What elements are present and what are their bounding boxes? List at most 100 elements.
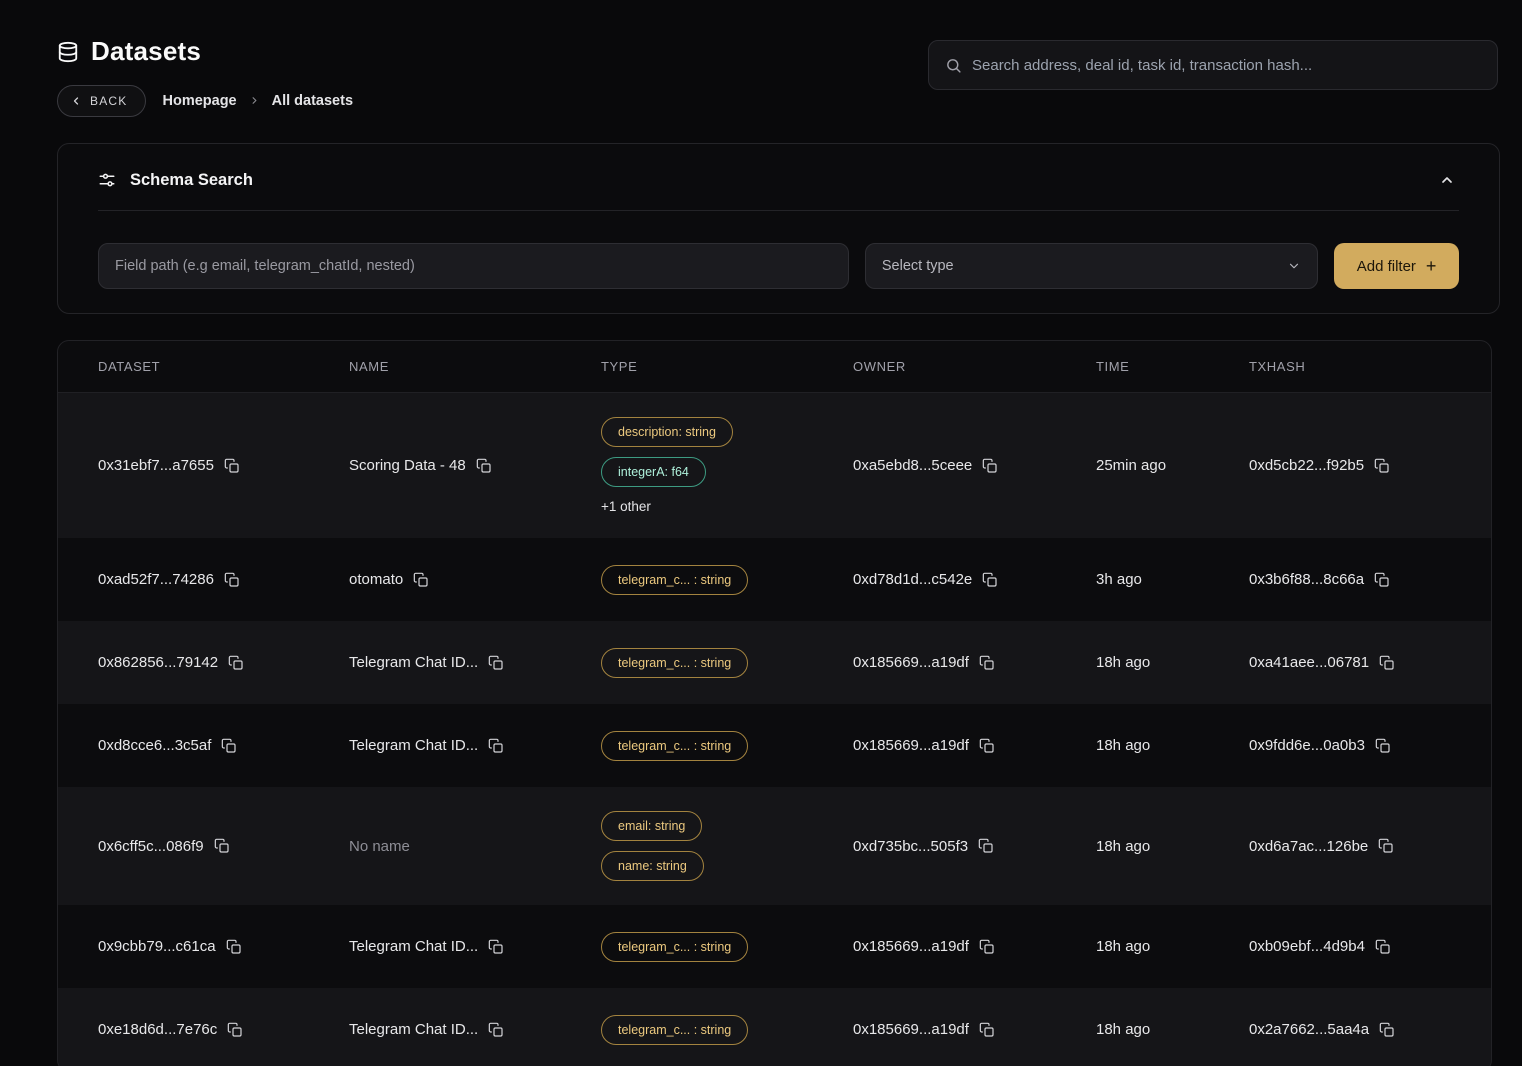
copy-txhash-icon[interactable] bbox=[1375, 738, 1391, 754]
dataset-name: Telegram Chat ID... bbox=[349, 737, 478, 754]
time-value: 25min ago bbox=[1096, 457, 1166, 474]
table-row[interactable]: 0xad52f7...74286 otomato telegram_c... :… bbox=[58, 538, 1491, 621]
field-path-input[interactable] bbox=[98, 243, 849, 289]
txhash-value: 0xa41aee...06781 bbox=[1249, 654, 1369, 671]
copy-dataset-icon[interactable] bbox=[228, 655, 244, 671]
table-body: 0x31ebf7...a7655 Scoring Data - 48 descr… bbox=[58, 393, 1491, 1066]
type-select[interactable]: Select type bbox=[865, 243, 1318, 289]
type-select-value: Select type bbox=[882, 258, 954, 274]
type-badge: telegram_c... : string bbox=[601, 932, 748, 962]
table-row[interactable]: 0x6cff5c...086f9 No name email: stringna… bbox=[58, 787, 1491, 905]
owner-cell: 0xa5ebd8...5ceee bbox=[853, 433, 1096, 498]
page-title: Datasets bbox=[91, 36, 201, 67]
dataset-id: 0x6cff5c...086f9 bbox=[98, 838, 204, 855]
column-header-owner: OWNER bbox=[853, 359, 1096, 374]
time-value: 18h ago bbox=[1096, 654, 1150, 671]
txhash-value: 0xd5cb22...f92b5 bbox=[1249, 457, 1364, 474]
copy-owner-icon[interactable] bbox=[979, 939, 995, 955]
name-cell: otomato bbox=[349, 547, 601, 612]
txhash-cell: 0xb09ebf...4d9b4 bbox=[1249, 914, 1451, 979]
dataset-name: Telegram Chat ID... bbox=[349, 1021, 478, 1038]
copy-dataset-icon[interactable] bbox=[224, 458, 240, 474]
time-cell: 18h ago bbox=[1096, 914, 1249, 979]
txhash-cell: 0x3b6f88...8c66a bbox=[1249, 547, 1451, 612]
dataset-cell: 0x9cbb79...c61ca bbox=[98, 914, 349, 979]
table-row[interactable]: 0x31ebf7...a7655 Scoring Data - 48 descr… bbox=[58, 393, 1491, 538]
name-cell: Telegram Chat ID... bbox=[349, 630, 601, 695]
txhash-value: 0x9fdd6e...0a0b3 bbox=[1249, 737, 1365, 754]
owner-address: 0xd735bc...505f3 bbox=[853, 838, 968, 855]
copy-txhash-icon[interactable] bbox=[1379, 655, 1395, 671]
dataset-cell: 0xd8cce6...3c5af bbox=[98, 713, 349, 778]
chevron-left-icon bbox=[70, 95, 82, 107]
owner-address: 0x185669...a19df bbox=[853, 1021, 969, 1038]
add-filter-label: Add filter bbox=[1357, 258, 1416, 275]
copy-name-icon[interactable] bbox=[476, 458, 492, 474]
copy-owner-icon[interactable] bbox=[978, 838, 994, 854]
table-row[interactable]: 0xd8cce6...3c5af Telegram Chat ID... tel… bbox=[58, 704, 1491, 787]
txhash-cell: 0xd5cb22...f92b5 bbox=[1249, 433, 1451, 498]
owner-address: 0xd78d1d...c542e bbox=[853, 571, 972, 588]
txhash-cell: 0x9fdd6e...0a0b3 bbox=[1249, 713, 1451, 778]
type-cell: email: stringname: string bbox=[601, 787, 853, 905]
column-header-txhash: TXHASH bbox=[1249, 359, 1451, 374]
search-input[interactable] bbox=[972, 57, 1481, 74]
add-filter-button[interactable]: Add filter + bbox=[1334, 243, 1459, 289]
table-row[interactable]: 0x9cbb79...c61ca Telegram Chat ID... tel… bbox=[58, 905, 1491, 988]
copy-dataset-icon[interactable] bbox=[221, 738, 237, 754]
schema-search-header[interactable]: Schema Search bbox=[58, 144, 1499, 210]
copy-dataset-icon[interactable] bbox=[226, 939, 242, 955]
owner-address: 0x185669...a19df bbox=[853, 938, 969, 955]
copy-dataset-icon[interactable] bbox=[224, 572, 240, 588]
breadcrumb-home[interactable]: Homepage bbox=[162, 93, 236, 109]
owner-cell: 0xd735bc...505f3 bbox=[853, 814, 1096, 879]
schema-filter-row: Select type Add filter + bbox=[58, 211, 1499, 313]
dataset-id: 0x9cbb79...c61ca bbox=[98, 938, 216, 955]
page: Datasets BACK Homepage All datasets bbox=[0, 0, 1522, 1066]
sliders-icon bbox=[98, 171, 116, 189]
type-badge: email: string bbox=[601, 811, 702, 841]
copy-owner-icon[interactable] bbox=[979, 738, 995, 754]
datasets-table: DATASET NAME TYPE OWNER TIME TXHASH 0x31… bbox=[57, 340, 1492, 1066]
copy-dataset-icon[interactable] bbox=[214, 838, 230, 854]
time-value: 18h ago bbox=[1096, 938, 1150, 955]
txhash-value: 0xb09ebf...4d9b4 bbox=[1249, 938, 1365, 955]
txhash-value: 0xd6a7ac...126be bbox=[1249, 838, 1368, 855]
breadcrumb: Homepage All datasets bbox=[162, 93, 353, 109]
copy-txhash-icon[interactable] bbox=[1375, 939, 1391, 955]
copy-owner-icon[interactable] bbox=[979, 1022, 995, 1038]
copy-dataset-icon[interactable] bbox=[227, 1022, 243, 1038]
copy-name-icon[interactable] bbox=[488, 738, 504, 754]
back-button[interactable]: BACK bbox=[57, 85, 146, 117]
dataset-cell: 0x31ebf7...a7655 bbox=[98, 433, 349, 498]
copy-owner-icon[interactable] bbox=[982, 572, 998, 588]
more-types-label: +1 other bbox=[601, 499, 651, 514]
copy-name-icon[interactable] bbox=[488, 655, 504, 671]
collapse-button[interactable] bbox=[1435, 168, 1459, 192]
dataset-cell: 0xe18d6d...7e76c bbox=[98, 997, 349, 1062]
dataset-id: 0xad52f7...74286 bbox=[98, 571, 214, 588]
owner-address: 0x185669...a19df bbox=[853, 654, 969, 671]
global-search[interactable] bbox=[928, 40, 1498, 90]
copy-name-icon[interactable] bbox=[413, 572, 429, 588]
column-header-name: NAME bbox=[349, 359, 601, 374]
copy-name-icon[interactable] bbox=[488, 1022, 504, 1038]
copy-owner-icon[interactable] bbox=[979, 655, 995, 671]
title-block: Datasets BACK Homepage All datasets bbox=[57, 36, 353, 117]
type-cell: telegram_c... : string bbox=[601, 908, 853, 986]
copy-txhash-icon[interactable] bbox=[1378, 838, 1394, 854]
plus-icon: + bbox=[1426, 257, 1437, 275]
txhash-value: 0x2a7662...5aa4a bbox=[1249, 1021, 1369, 1038]
type-cell: telegram_c... : string bbox=[601, 541, 853, 619]
owner-cell: 0x185669...a19df bbox=[853, 713, 1096, 778]
table-row[interactable]: 0x862856...79142 Telegram Chat ID... tel… bbox=[58, 621, 1491, 704]
top-bar: Datasets BACK Homepage All datasets bbox=[0, 0, 1522, 117]
dataset-id: 0xd8cce6...3c5af bbox=[98, 737, 211, 754]
table-row[interactable]: 0xe18d6d...7e76c Telegram Chat ID... tel… bbox=[58, 988, 1491, 1066]
copy-txhash-icon[interactable] bbox=[1379, 1022, 1395, 1038]
copy-name-icon[interactable] bbox=[488, 939, 504, 955]
copy-txhash-icon[interactable] bbox=[1374, 458, 1390, 474]
back-button-label: BACK bbox=[90, 94, 127, 108]
copy-owner-icon[interactable] bbox=[982, 458, 998, 474]
copy-txhash-icon[interactable] bbox=[1374, 572, 1390, 588]
